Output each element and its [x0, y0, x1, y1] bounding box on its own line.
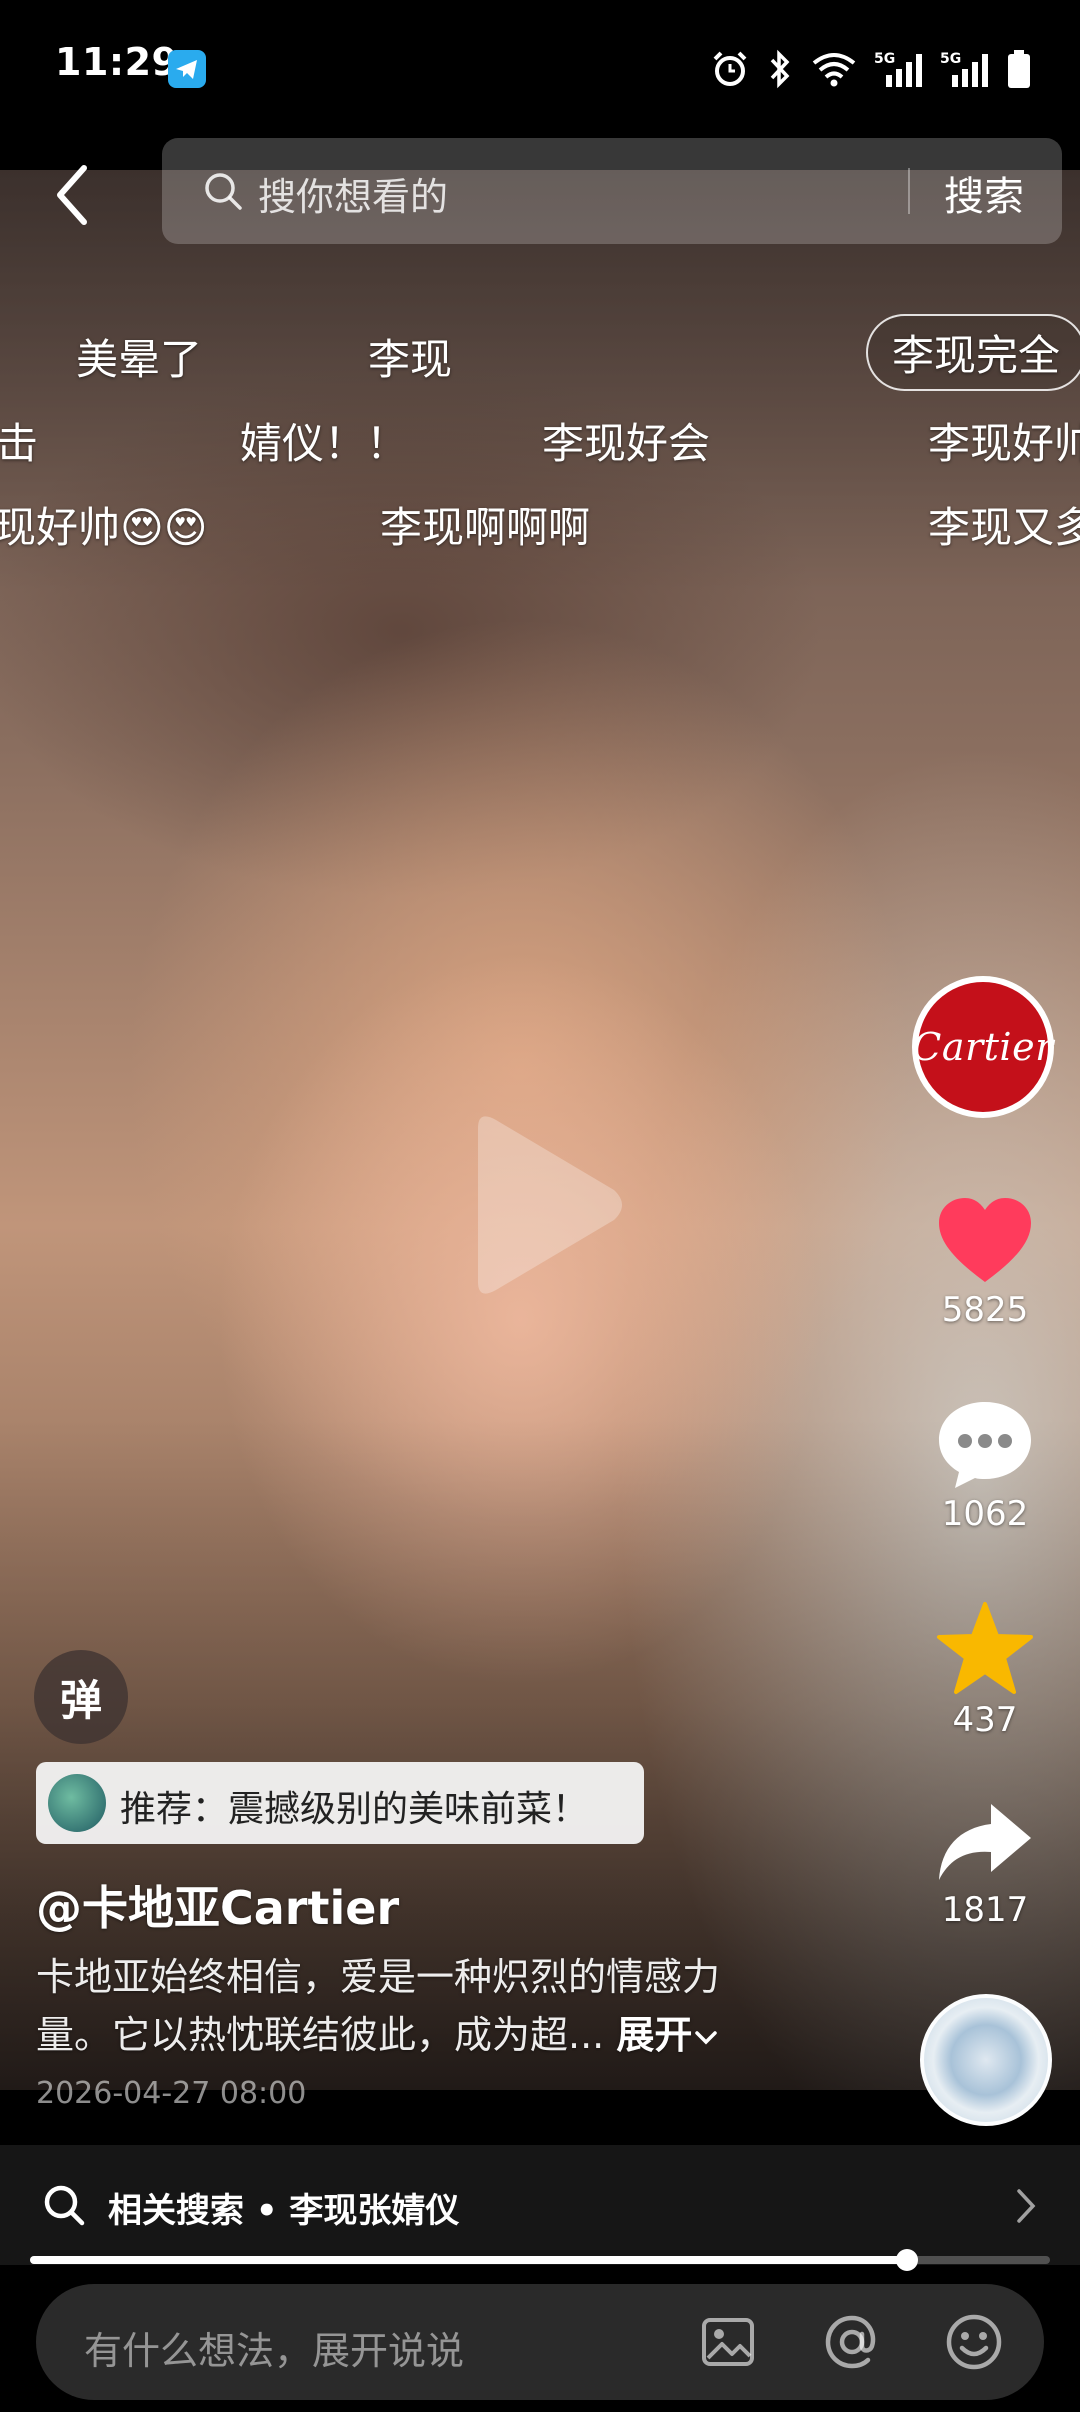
comment-input[interactable]: 有什么想法，展开说说 — [84, 2320, 464, 2375]
at-mention-icon[interactable] — [822, 2312, 882, 2372]
description-line-2-text: 量。它以热忱联结彼此，成为超... — [36, 2013, 605, 2057]
related-search-bar[interactable]: 相关搜索 • 李现张婧仪 — [0, 2145, 1080, 2265]
post-date: 2026-04-27 08:00 — [36, 2076, 307, 2111]
comment-button[interactable]: 1062 — [912, 1398, 1058, 1534]
chevron-right-icon — [1017, 2189, 1036, 2223]
description-line-1: 卡地亚始终相信，爱是一种炽烈的情感力 — [36, 1955, 721, 1999]
playback-progress-handle[interactable] — [896, 2249, 919, 2271]
search-icon — [44, 2185, 85, 2226]
share-count: 1817 — [941, 1890, 1029, 1930]
alarm-icon — [713, 51, 747, 86]
playback-progress-bar[interactable] — [30, 2249, 1050, 2271]
battery-icon — [1008, 50, 1030, 88]
recommend-banner[interactable]: 推荐：震撼级别的美味前菜！ — [36, 1762, 644, 1844]
post-description: 卡地亚始终相信，爱是一种炽烈的情感力 量。它以热忱联结彼此，成为超... 展开 — [36, 1948, 796, 2064]
status-bar: 11:29 5G 5G — [0, 0, 1080, 140]
star-icon — [937, 1602, 1033, 1694]
heart-icon — [939, 1198, 1031, 1282]
image-icon[interactable] — [698, 2312, 758, 2372]
like-button[interactable]: 5825 — [912, 1196, 1058, 1330]
danmaku-item: 美晕了 — [76, 335, 203, 384]
danmaku-item: 击 — [0, 419, 39, 468]
playback-progress-fill — [30, 2256, 908, 2264]
recommend-avatar — [48, 1774, 106, 1832]
status-time: 11:29 — [55, 40, 179, 84]
comment-input-bar[interactable]: 有什么想法，展开说说 — [36, 2284, 1044, 2400]
comment-count: 1062 — [941, 1494, 1029, 1534]
danmaku-item-own: 李现完全 — [866, 314, 1080, 391]
search-input[interactable]: 搜你想看的 — [258, 166, 448, 221]
telegram-icon — [168, 50, 206, 88]
bluetooth-icon — [770, 49, 790, 89]
expand-label: 展开 — [616, 2013, 693, 2057]
favorite-count: 437 — [952, 1700, 1018, 1740]
svg-text:5G: 5G — [874, 51, 895, 67]
like-count: 5825 — [941, 1290, 1029, 1330]
search-icon — [205, 173, 242, 210]
music-disc[interactable] — [920, 1994, 1052, 2126]
share-arrow-icon — [939, 1804, 1031, 1880]
chevron-left-icon — [57, 165, 87, 225]
play-icon[interactable] — [458, 1110, 628, 1300]
expand-button[interactable]: 展开 — [616, 2013, 720, 2057]
danmaku-item: 李现好帅 — [928, 419, 1080, 468]
wifi-icon — [812, 53, 856, 87]
danmaku-item: 婧仪！！ — [240, 419, 409, 468]
recommend-text: 推荐：震撼级别的美味前菜！ — [120, 1789, 589, 1830]
danmaku-toggle-button[interactable]: 弹 — [34, 1650, 128, 1744]
search-bar[interactable]: 搜你想看的 搜索 — [162, 138, 1062, 244]
screen: 11:29 5G 5G 搜你想看的 搜索 美晕了 李现 李现完全 击 婧仪！！ … — [0, 0, 1080, 2412]
comment-bubble-icon — [939, 1402, 1031, 1488]
5g-signal-icon: 5G — [874, 51, 922, 87]
danmaku-item: 李现 — [368, 335, 453, 384]
author-name[interactable]: @卡地亚Cartier — [36, 1872, 399, 1938]
danmaku-item: 李现又多 — [928, 503, 1080, 552]
5g-signal-icon: 5G — [940, 51, 988, 87]
related-search-text: 相关搜索 • 李现张婧仪 — [108, 2191, 460, 2231]
description-line-2: 量。它以热忱联结彼此，成为超... 展开 — [36, 2006, 796, 2064]
favorite-button[interactable]: 437 — [912, 1600, 1058, 1740]
danmaku-item: 李现好会 — [542, 419, 711, 468]
danmaku-item: 李现啊啊啊 — [380, 503, 591, 552]
back-button[interactable] — [48, 160, 108, 230]
emoji-icon[interactable] — [944, 2312, 1004, 2372]
danmaku-item: 现好帅😍😍 — [0, 503, 208, 552]
cartier-logo: Cartier — [912, 1025, 1054, 1069]
author-avatar[interactable]: Cartier — [912, 976, 1054, 1118]
svg-text:5G: 5G — [940, 51, 961, 67]
share-button[interactable]: 1817 — [912, 1800, 1058, 1930]
status-icons: 5G 5G — [710, 44, 1032, 94]
chevron-down-icon — [695, 2030, 718, 2044]
search-divider — [908, 168, 910, 214]
search-button[interactable]: 搜索 — [944, 164, 1024, 222]
